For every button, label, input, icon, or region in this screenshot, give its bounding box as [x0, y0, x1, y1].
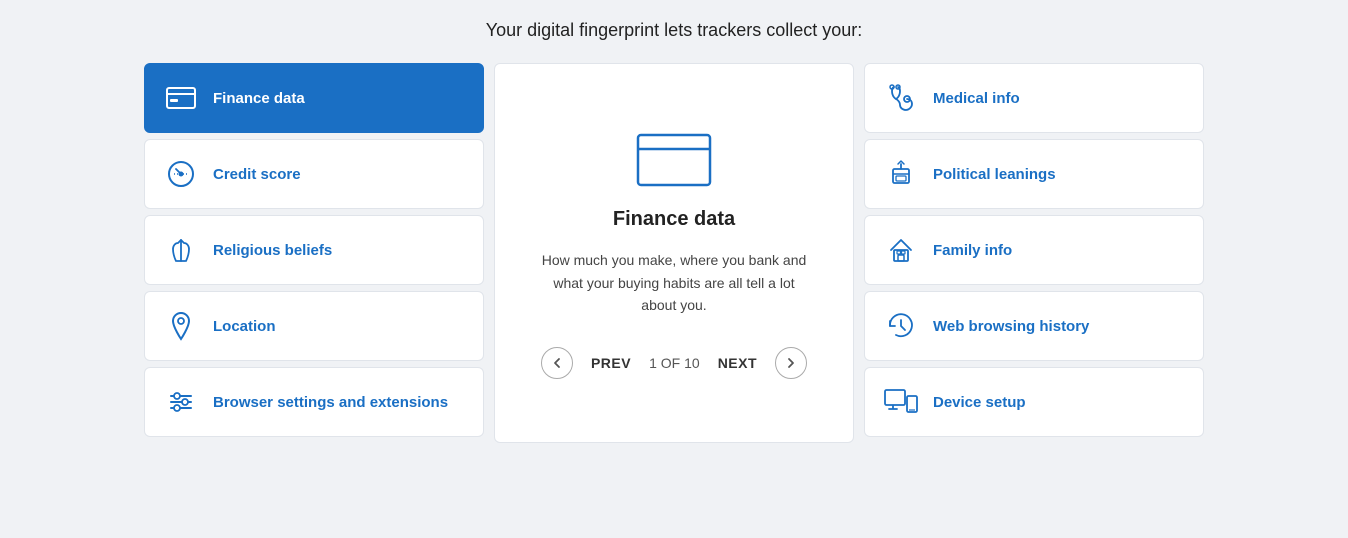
next-label[interactable]: NEXT [718, 355, 757, 371]
prev-button[interactable] [541, 347, 573, 379]
sidebar-item-location-label: Location [213, 318, 276, 335]
hands-icon [165, 234, 197, 266]
sidebar-item-religious-beliefs[interactable]: Religious beliefs [144, 215, 484, 285]
nav-count: 1 OF 10 [649, 355, 700, 371]
podium-icon [885, 158, 917, 190]
sidebar-item-religious-beliefs-label: Religious beliefs [213, 242, 332, 259]
left-column: Finance data Credit score [144, 63, 484, 443]
prev-label[interactable]: PREV [591, 355, 631, 371]
center-finance-icon [634, 127, 714, 190]
center-description: How much you make, where you bank and wh… [535, 249, 813, 316]
right-item-family-info-label: Family info [933, 242, 1012, 259]
right-item-family-info[interactable]: Family info [864, 215, 1204, 285]
history-icon [885, 310, 917, 342]
right-item-political-leanings[interactable]: Political leanings [864, 139, 1204, 209]
sidebar-item-finance-data[interactable]: Finance data [144, 63, 484, 133]
stethoscope-icon [885, 82, 917, 114]
devices-icon [885, 386, 917, 418]
credit-card-icon [165, 82, 197, 114]
next-button[interactable] [775, 347, 807, 379]
right-item-device-setup[interactable]: Device setup [864, 367, 1204, 437]
center-navigation: PREV 1 OF 10 NEXT [541, 347, 807, 379]
sidebar-item-location[interactable]: Location [144, 291, 484, 361]
right-item-political-leanings-label: Political leanings [933, 166, 1056, 183]
sidebar-item-browser-settings-label: Browser settings and extensions [213, 394, 448, 411]
sidebar-item-credit-score-label: Credit score [213, 166, 301, 183]
right-item-web-browsing-history[interactable]: Web browsing history [864, 291, 1204, 361]
right-item-medical-info[interactable]: Medical info [864, 63, 1204, 133]
center-panel: Finance data How much you make, where yo… [494, 63, 854, 443]
main-layout: Finance data Credit score [124, 63, 1224, 443]
page-subtitle: Your digital fingerprint lets trackers c… [486, 20, 863, 41]
right-item-device-setup-label: Device setup [933, 394, 1026, 411]
pin-icon [165, 310, 197, 342]
sliders-icon [165, 386, 197, 418]
sidebar-item-credit-score[interactable]: Credit score [144, 139, 484, 209]
right-item-web-browsing-history-label: Web browsing history [933, 318, 1089, 335]
house-icon [885, 234, 917, 266]
right-column: Medical info Political leanings [864, 63, 1204, 443]
right-item-medical-info-label: Medical info [933, 90, 1020, 107]
center-title: Finance data [613, 208, 735, 231]
sidebar-item-finance-data-label: Finance data [213, 90, 305, 107]
sidebar-item-browser-settings[interactable]: Browser settings and extensions [144, 367, 484, 437]
gauge-icon [165, 158, 197, 190]
